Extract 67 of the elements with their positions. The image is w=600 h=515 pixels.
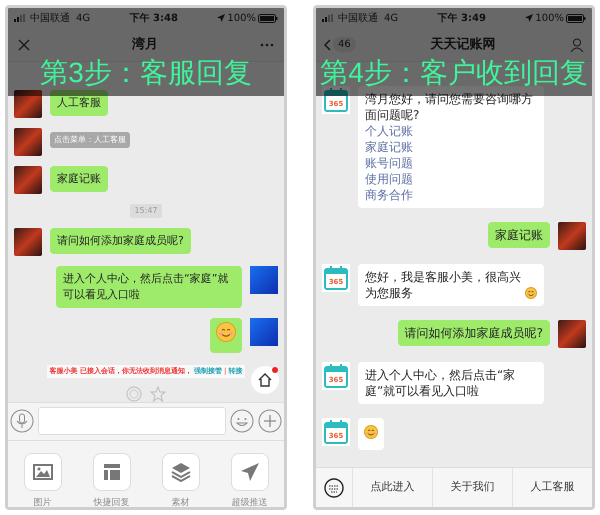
message-bubble: 家庭记账 bbox=[50, 166, 108, 192]
tool-button[interactable] bbox=[24, 452, 62, 490]
photo-placeholder bbox=[14, 128, 42, 156]
photo-placeholder bbox=[14, 166, 42, 194]
message-bubble: 人工客服 bbox=[50, 90, 108, 116]
back-icon[interactable] bbox=[324, 38, 331, 50]
location-arrow-icon bbox=[217, 14, 226, 22]
carrier-name: 中国联通 bbox=[338, 12, 378, 26]
option-link[interactable]: 商务合作 bbox=[365, 187, 537, 203]
photo-placeholder bbox=[558, 222, 586, 250]
timestamp: 15:47 bbox=[130, 204, 162, 218]
photo-placeholder bbox=[558, 320, 586, 348]
location-arrow-icon bbox=[525, 14, 534, 22]
photo-placeholder bbox=[14, 90, 42, 118]
signal-icon bbox=[14, 14, 28, 22]
photo-placeholder bbox=[14, 228, 42, 256]
tool-label: 图片 bbox=[34, 496, 52, 507]
tool-button[interactable] bbox=[230, 452, 268, 490]
option-link[interactable]: 使用问题 bbox=[365, 171, 537, 187]
status-time: 下午 3:48 bbox=[128, 12, 179, 26]
tool-label: 超级推送 bbox=[232, 496, 268, 507]
option-link[interactable]: 家庭记账 bbox=[365, 139, 537, 155]
message-bubble: 请问如何添加家庭成员呢? bbox=[398, 320, 550, 346]
message-text: 湾月您好，请问您需要咨询哪方面问题呢? bbox=[365, 91, 534, 123]
battery-icon bbox=[566, 14, 586, 22]
close-icon[interactable] bbox=[18, 38, 30, 50]
menu-button[interactable]: 关于我们 bbox=[432, 468, 512, 507]
step-caption: 第3步：客服回复 bbox=[40, 56, 252, 90]
chat-title: 湾月 bbox=[131, 36, 159, 54]
message-text: 您好，我是客服小美，很高兴为您服务 bbox=[365, 269, 522, 301]
carrier-name: 中国联通 bbox=[30, 12, 70, 26]
signal-icon bbox=[322, 14, 336, 22]
message-bubble: 进入个人中心，然后点击“家庭”就可以看见入口啦 bbox=[56, 266, 242, 308]
person-icon[interactable] bbox=[570, 38, 584, 52]
option-link[interactable]: 账号问题 bbox=[365, 155, 537, 171]
home-button[interactable] bbox=[251, 366, 279, 394]
battery-percent: 100% bbox=[227, 12, 256, 26]
emoji-icon[interactable] bbox=[230, 409, 254, 433]
menu-button[interactable]: 人工客服 bbox=[512, 468, 592, 507]
status-time: 下午 3:49 bbox=[436, 12, 487, 26]
plus-icon[interactable] bbox=[258, 409, 282, 433]
tool-button[interactable] bbox=[162, 452, 200, 490]
network-type: 4G bbox=[76, 12, 90, 26]
smiley-emoji-icon bbox=[216, 322, 236, 342]
battery-icon bbox=[258, 14, 278, 22]
menu-button[interactable]: 点此进入 bbox=[352, 468, 432, 507]
message-bubble: 家庭记账 bbox=[488, 222, 550, 248]
battery-percent: 100% bbox=[535, 12, 564, 26]
photo-placeholder bbox=[250, 266, 278, 294]
photo-placeholder bbox=[250, 318, 278, 346]
star-icon[interactable] bbox=[150, 386, 166, 402]
seal-icon bbox=[126, 386, 142, 402]
unread-count-badge: 46 bbox=[333, 37, 356, 52]
message-input-field[interactable] bbox=[38, 407, 226, 435]
tool-label: 素材 bbox=[172, 496, 190, 507]
smiley-emoji-icon bbox=[364, 425, 378, 439]
tool-button[interactable] bbox=[92, 452, 130, 490]
menu-click-note: 点击菜单：人工客服 bbox=[50, 132, 130, 148]
more-icon[interactable] bbox=[260, 42, 274, 46]
message-bubble: 请问如何添加家庭成员呢? bbox=[50, 228, 191, 254]
chat-title: 天天记账网 bbox=[429, 36, 496, 54]
microphone-icon[interactable] bbox=[10, 409, 34, 433]
tool-label: 快捷回复 bbox=[94, 496, 130, 507]
home-icon bbox=[257, 372, 273, 388]
network-type: 4G bbox=[384, 12, 398, 26]
message-bubble: 进入个人中心，然后点击“家庭”就可以看见入口啦 bbox=[358, 362, 544, 404]
option-link[interactable]: 个人记账 bbox=[365, 123, 537, 139]
